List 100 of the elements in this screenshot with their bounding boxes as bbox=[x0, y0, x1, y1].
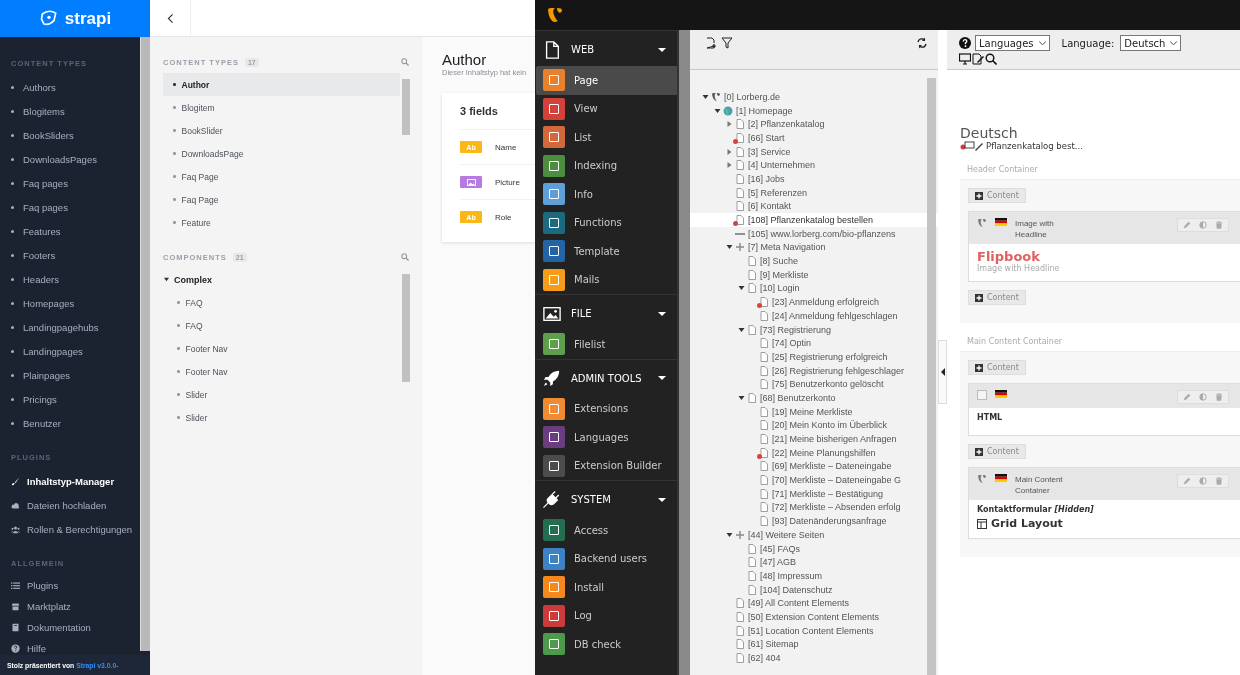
tree-node[interactable]: [71] Merkliste – Bestätigung bbox=[690, 486, 938, 501]
delete-icon[interactable] bbox=[1215, 477, 1223, 485]
module-group-header[interactable]: SYSTEM bbox=[535, 483, 678, 516]
module-group-header[interactable]: WEB bbox=[535, 33, 678, 66]
tree-node[interactable]: [22] Meine Planungshilfen bbox=[690, 445, 938, 460]
tree-node[interactable]: [23] Anmeldung erfolgreich bbox=[690, 295, 938, 309]
module-item[interactable]: Functions bbox=[536, 208, 678, 237]
tree-node[interactable]: [2] Pflanzenkatalog bbox=[690, 117, 938, 132]
content-type-item[interactable]: Blogitem bbox=[163, 96, 400, 119]
sidebar-item[interactable]: Features bbox=[0, 219, 140, 243]
module-item[interactable]: Log bbox=[536, 601, 678, 630]
module-item[interactable]: Install bbox=[536, 573, 678, 602]
tree-node[interactable]: [16] Jobs bbox=[690, 172, 938, 186]
tree-node[interactable]: [21] Meine bisherigen Anfragen bbox=[690, 432, 938, 446]
tree-node[interactable]: [24] Anmeldung fehlgeschlagen bbox=[690, 309, 938, 323]
component-group[interactable]: Complex bbox=[163, 268, 400, 291]
sidebar-item[interactable]: BookSliders bbox=[0, 123, 140, 147]
view-select[interactable]: Languages bbox=[975, 35, 1050, 51]
sidebar-item[interactable]: Dokumentation bbox=[0, 617, 140, 638]
collapse-icon[interactable] bbox=[702, 93, 709, 100]
content-type-item[interactable]: Faq Page bbox=[163, 165, 400, 188]
collapse-icon[interactable] bbox=[726, 244, 733, 251]
tree-node[interactable]: [4] Unternehmen bbox=[690, 158, 938, 173]
module-item[interactable]: Filelist bbox=[536, 330, 678, 359]
sidebar-item[interactable]: Authors bbox=[0, 75, 140, 99]
tree-node[interactable]: [10] Login bbox=[690, 281, 938, 296]
toggle-visibility-icon[interactable] bbox=[1199, 393, 1207, 401]
sidebar-item[interactable]: Landingpages bbox=[0, 339, 140, 363]
sidebar-item[interactable]: Faq pages bbox=[0, 171, 140, 195]
sidebar-item[interactable]: Plugins bbox=[0, 575, 140, 596]
sidebar-item[interactable]: Benutzer bbox=[0, 411, 140, 435]
scrollbar[interactable] bbox=[927, 78, 936, 675]
filter-icon[interactable] bbox=[721, 37, 733, 49]
logo-icon[interactable] bbox=[547, 7, 563, 23]
module-item[interactable]: Extensions bbox=[536, 394, 678, 423]
toggle-visibility-icon[interactable] bbox=[1199, 221, 1207, 229]
sidebar-item[interactable]: Landingpagehubs bbox=[0, 315, 140, 339]
tree-node[interactable]: [8] Suche bbox=[690, 254, 938, 268]
tree-node[interactable]: [9] Merkliste bbox=[690, 267, 938, 282]
tree-node[interactable]: [73] Registrierung bbox=[690, 322, 938, 337]
help-icon[interactable] bbox=[959, 37, 971, 49]
tree-node[interactable]: [62] 404 bbox=[690, 651, 938, 665]
content-type-item[interactable]: Faq Page bbox=[163, 188, 400, 211]
collapse-handle[interactable] bbox=[938, 340, 947, 404]
expand-icon[interactable] bbox=[726, 148, 733, 155]
module-group-header[interactable]: FILE bbox=[535, 297, 678, 330]
component-item[interactable]: FAQ bbox=[163, 314, 400, 337]
module-item[interactable]: List bbox=[536, 123, 678, 152]
tree-node[interactable]: [74] Optin bbox=[690, 336, 938, 351]
module-group-header[interactable]: ADMIN TOOLS bbox=[535, 361, 678, 395]
tree-node[interactable]: [47] AGB bbox=[690, 555, 938, 570]
tree-node[interactable]: [69] Merkliste – Dateneingabe bbox=[690, 459, 938, 474]
sidebar-item[interactable]: Footers bbox=[0, 243, 140, 267]
tree-node[interactable]: [51] Location Content Elements bbox=[690, 623, 938, 638]
tree-node[interactable]: [6] Kontakt bbox=[690, 199, 938, 214]
module-item[interactable]: Extension Builder bbox=[536, 451, 678, 480]
sidebar-item[interactable]: Faq pages bbox=[0, 195, 140, 219]
tree-node[interactable]: [70] Merkliste – Dateneingabe G bbox=[690, 473, 938, 487]
tree-node[interactable]: [66] Start bbox=[690, 131, 938, 145]
sidebar-item[interactable]: Homepages bbox=[0, 291, 140, 315]
collapse-icon[interactable] bbox=[726, 531, 733, 538]
module-item[interactable]: Languages bbox=[536, 423, 678, 452]
tree-node[interactable]: [44] Weitere Seiten bbox=[690, 528, 938, 542]
expand-icon[interactable] bbox=[726, 121, 733, 128]
edit-page-icon[interactable] bbox=[972, 53, 984, 65]
tree-node[interactable]: [93] Datenänderungsanfrage bbox=[690, 514, 938, 528]
tree-node[interactable]: [1] Homepage bbox=[690, 103, 938, 118]
sidebar-item[interactable]: Blogitems bbox=[0, 99, 140, 123]
content-type-item[interactable]: Feature bbox=[163, 211, 400, 234]
sidebar-item[interactable]: Marktplatz bbox=[0, 596, 140, 617]
sidebar-item[interactable]: Headers bbox=[0, 267, 140, 291]
monitor-icon[interactable] bbox=[959, 53, 971, 65]
component-item[interactable]: Slider bbox=[163, 406, 400, 429]
content-type-item[interactable]: Author bbox=[163, 73, 400, 96]
sidebar-item[interactable]: Hilfe bbox=[0, 638, 140, 655]
scrollbar[interactable] bbox=[677, 30, 690, 675]
sidebar-item[interactable]: Plainpages bbox=[0, 363, 140, 387]
sidebar-item[interactable]: Pricings bbox=[0, 387, 140, 411]
tree-node[interactable]: [105] www.lorberg.com/bio-pflanzens bbox=[690, 226, 938, 241]
language-select[interactable]: Deutsch bbox=[1120, 35, 1182, 51]
tree-node[interactable]: [19] Meine Merkliste bbox=[690, 404, 938, 419]
tree-node[interactable]: [104] Datenschutz bbox=[690, 582, 938, 597]
tree-node[interactable]: [3] Service bbox=[690, 144, 938, 159]
module-item[interactable]: Indexing bbox=[536, 151, 678, 180]
collapse-icon[interactable] bbox=[738, 394, 745, 401]
module-item[interactable]: DB check bbox=[536, 630, 678, 659]
delete-icon[interactable] bbox=[1215, 221, 1223, 229]
tree-node[interactable]: [49] All Content Elements bbox=[690, 596, 938, 611]
delete-icon[interactable] bbox=[1215, 393, 1223, 401]
content-type-item[interactable]: DownloadsPage bbox=[163, 142, 400, 165]
sidebar-item[interactable]: Dateien hochladen bbox=[0, 493, 140, 517]
module-item[interactable]: Backend users bbox=[536, 544, 678, 573]
tree-node[interactable]: [61] Sitemap bbox=[690, 637, 938, 652]
collapse-icon[interactable] bbox=[714, 107, 721, 114]
module-item[interactable]: Template bbox=[536, 237, 678, 266]
sidebar-item[interactable]: Inhaltstyp-Manager bbox=[0, 469, 140, 493]
toggle-visibility-icon[interactable] bbox=[1199, 477, 1207, 485]
component-item[interactable]: Footer Nav bbox=[163, 337, 400, 360]
expand-icon[interactable] bbox=[726, 162, 733, 169]
module-item[interactable]: View bbox=[536, 94, 678, 123]
